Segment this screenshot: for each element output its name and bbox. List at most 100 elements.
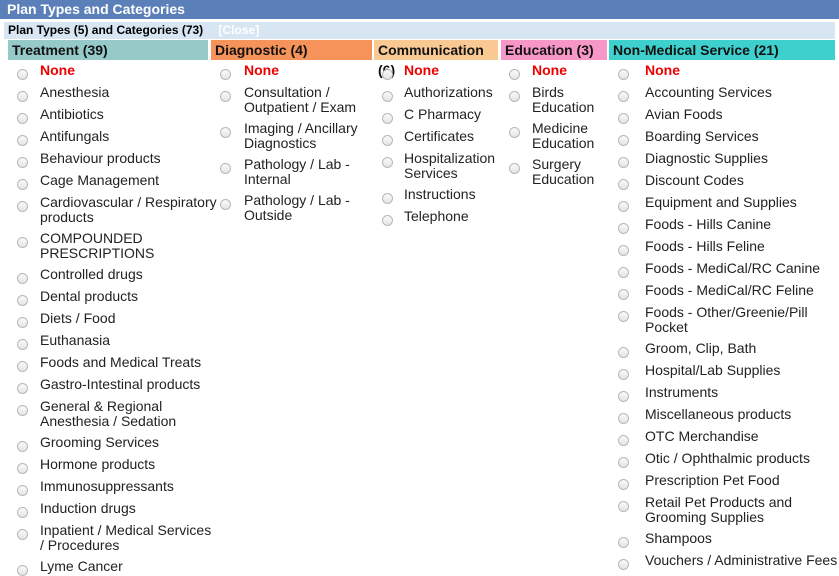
radio-button[interactable] — [382, 215, 393, 226]
option-label: General & Regional Anesthesia / Sedation — [40, 398, 177, 429]
column-communication: Communication (6) None Authorizations C Ph… — [374, 40, 498, 226]
radio-button[interactable] — [618, 201, 629, 212]
radio-button[interactable] — [382, 157, 393, 168]
option-label: Foods - MediCal/RC Feline — [645, 282, 814, 298]
option-label: Antifungals — [40, 128, 110, 144]
option-label: Otic / Ophthalmic products — [645, 450, 810, 466]
close-link[interactable]: [Close] — [219, 23, 260, 37]
radio-button[interactable] — [17, 463, 28, 474]
radio-button[interactable] — [618, 479, 629, 490]
radio-button[interactable] — [17, 135, 28, 146]
radio-button[interactable] — [618, 457, 629, 468]
option-label: Pathology / Lab - Internal — [244, 156, 350, 187]
option-label: Antibiotics — [40, 106, 104, 122]
column-education: Education (3) None Birds Education Medicin… — [501, 40, 607, 187]
radio-button[interactable] — [618, 157, 629, 168]
radio-button[interactable] — [17, 179, 28, 190]
option-label: Surgery Education — [532, 156, 595, 187]
radio-button[interactable] — [618, 391, 629, 402]
radio-button[interactable] — [618, 347, 629, 358]
radio-button[interactable] — [618, 267, 629, 278]
option-label: Retail Pet Products and Grooming Supplie… — [645, 494, 793, 525]
radio-button[interactable] — [382, 193, 393, 204]
radio-button[interactable] — [17, 361, 28, 372]
option-label: None — [645, 62, 680, 78]
option-label: Cardiovascular / Respiratory products — [40, 194, 217, 225]
column-header-treatment: Treatment (39) — [8, 40, 208, 60]
radio-button[interactable] — [618, 135, 629, 146]
radio-button[interactable] — [618, 559, 629, 570]
radio-button[interactable] — [618, 69, 629, 80]
radio-button[interactable] — [509, 163, 520, 174]
radio-button[interactable] — [220, 69, 231, 80]
radio-button[interactable] — [618, 311, 629, 322]
option-label: Imaging / Ancillary Diagnostics — [244, 120, 358, 151]
radio-button[interactable] — [618, 435, 629, 446]
radio-button[interactable] — [382, 91, 393, 102]
radio-button[interactable] — [17, 113, 28, 124]
option-label: Instructions — [404, 186, 476, 202]
radio-button[interactable] — [17, 69, 28, 80]
radio-button[interactable] — [618, 501, 629, 512]
column-diagnostic: Diagnostic (4) None Consultation / Outpat… — [211, 40, 372, 223]
radio-button[interactable] — [17, 201, 28, 212]
option-label: Controlled drugs — [40, 266, 143, 282]
option-label: Medicine Education — [532, 120, 595, 151]
dialog-subtitle: Plan Types (5) and Categories (73) — [8, 23, 204, 37]
radio-button[interactable] — [509, 69, 520, 80]
radio-button[interactable] — [220, 199, 231, 210]
option-label: Cage Management — [40, 172, 160, 188]
option-label: Pathology / Lab - Outside — [244, 192, 350, 223]
radio-button[interactable] — [618, 179, 629, 190]
radio-button[interactable] — [618, 413, 629, 424]
radio-button[interactable] — [17, 529, 28, 540]
radio-button[interactable] — [17, 485, 28, 496]
radio-button[interactable] — [618, 289, 629, 300]
option-label: Consultation / Outpatient / Exam — [244, 84, 357, 115]
radio-button[interactable] — [220, 127, 231, 138]
option-label: Immunosuppressants — [40, 478, 174, 494]
option-label: Birds Education — [532, 84, 595, 115]
radio-button[interactable] — [618, 91, 629, 102]
option-label: Foods - MediCal/RC Canine — [645, 260, 821, 276]
radio-button[interactable] — [17, 441, 28, 452]
radio-button[interactable] — [17, 339, 28, 350]
radio-button[interactable] — [618, 537, 629, 548]
column-non-medical: Non-Medical Service (21) None Accounting … — [609, 40, 837, 570]
radio-button[interactable] — [17, 317, 28, 328]
dialog-subtitle-bar: Plan Types (5) and Categories (73) [Clos… — [4, 22, 835, 39]
option-label: Foods - Hills Canine — [645, 216, 772, 232]
option-label: Lyme Cancer — [40, 558, 123, 574]
radio-button[interactable] — [17, 237, 28, 248]
radio-button[interactable] — [17, 405, 28, 416]
radio-button[interactable] — [17, 157, 28, 168]
option-label: COMPOUNDED PRESCRIPTIONS — [40, 230, 155, 261]
radio-button[interactable] — [382, 113, 393, 124]
option-label: Hospital/Lab Supplies — [645, 362, 781, 378]
radio-button[interactable] — [618, 369, 629, 380]
radio-button[interactable] — [618, 245, 629, 256]
radio-button[interactable] — [17, 507, 28, 518]
option-label: Foods and Medical Treats — [40, 354, 202, 370]
dialog-title: Plan Types and Categories — [0, 0, 839, 19]
radio-button[interactable] — [17, 295, 28, 306]
radio-button[interactable] — [509, 91, 520, 102]
radio-button[interactable] — [382, 135, 393, 146]
option-label: Instruments — [645, 384, 719, 400]
radio-button[interactable] — [382, 69, 393, 80]
option-label: Shampoos — [645, 530, 712, 546]
option-label: Hospitalization Services — [404, 150, 496, 181]
radio-button[interactable] — [618, 223, 629, 234]
radio-button[interactable] — [17, 91, 28, 102]
radio-button[interactable] — [17, 565, 28, 576]
option-label: None — [404, 62, 439, 78]
radio-button[interactable] — [220, 91, 231, 102]
option-label: Hormone products — [40, 456, 156, 472]
radio-button[interactable] — [509, 127, 520, 138]
option-label: None — [532, 62, 567, 78]
radio-button[interactable] — [17, 383, 28, 394]
option-label: Foods - Hills Feline — [645, 238, 765, 254]
radio-button[interactable] — [618, 113, 629, 124]
radio-button[interactable] — [17, 273, 28, 284]
radio-button[interactable] — [220, 163, 231, 174]
